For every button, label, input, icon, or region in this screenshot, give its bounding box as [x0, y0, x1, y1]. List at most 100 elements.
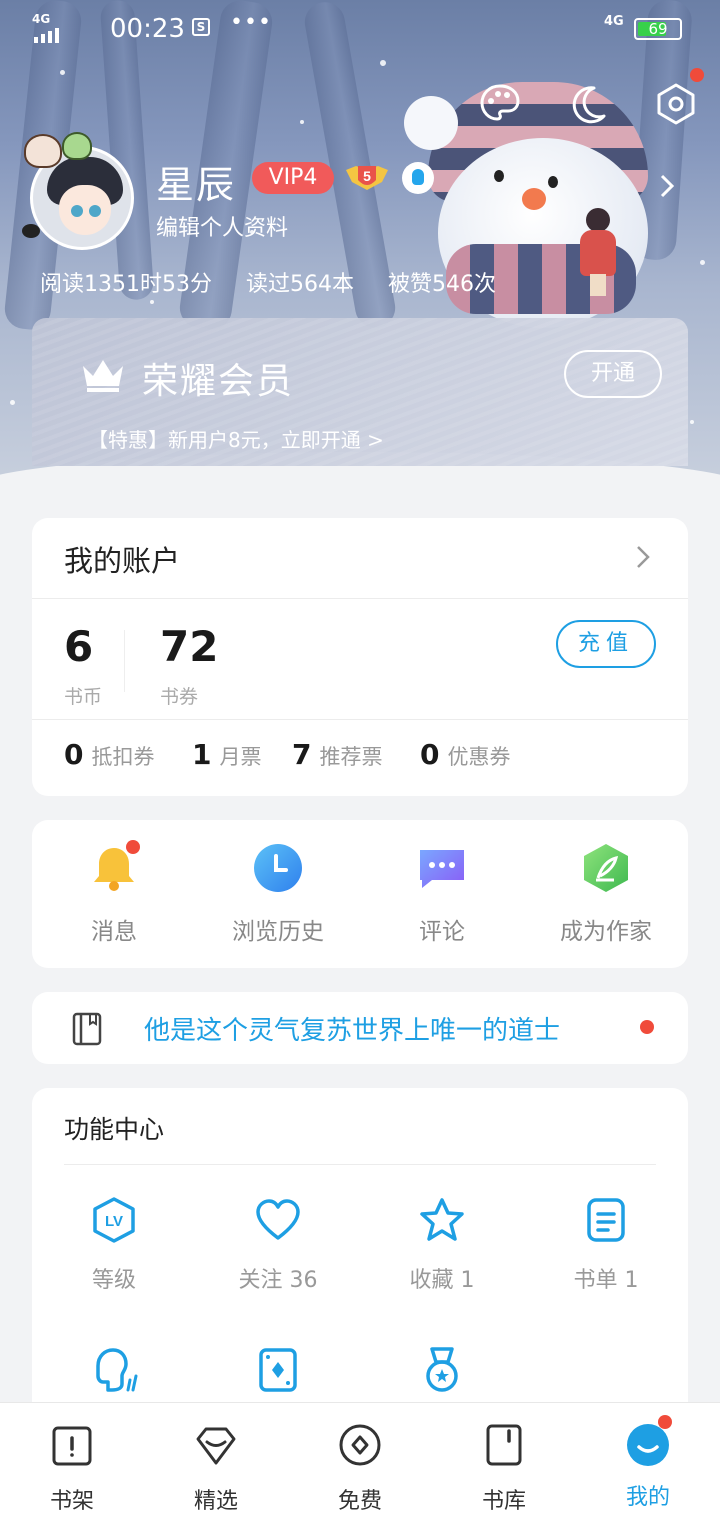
- books-read-stat: 读过564本: [245, 272, 354, 297]
- snowman-eye: [494, 170, 504, 182]
- become-author-button[interactable]: 成为作家: [524, 842, 688, 946]
- coins-value[interactable]: 6: [64, 622, 93, 671]
- account-title[interactable]: 我的账户: [64, 538, 180, 580]
- booklist-button[interactable]: 书单 1: [524, 1196, 688, 1294]
- palette-icon[interactable]: [478, 82, 522, 126]
- divider: [124, 630, 125, 692]
- favorites-button[interactable]: 收藏 1: [360, 1196, 524, 1294]
- app-notification-icon: S: [192, 18, 210, 36]
- tab-featured-label: 精选: [193, 1489, 238, 1514]
- card-icon: [259, 1348, 297, 1392]
- girl-figure-illustration: [578, 208, 618, 298]
- monthly-ticket-label: 月票: [219, 745, 262, 769]
- comments-button[interactable]: 评论: [360, 842, 524, 946]
- medal-button[interactable]: [360, 1346, 524, 1398]
- recommend-ticket[interactable]: 7 推荐票: [292, 738, 382, 771]
- heart-icon: [256, 1199, 300, 1240]
- monthly-ticket[interactable]: 1 月票: [192, 738, 261, 771]
- recent-book-banner[interactable]: 他是这个灵气复苏世界上唯一的道士: [32, 992, 688, 1064]
- messages-label: 消息: [91, 919, 137, 945]
- user-name[interactable]: 星辰: [156, 154, 236, 209]
- divider: [32, 719, 688, 720]
- divider: [64, 1164, 656, 1165]
- vip-level-badge[interactable]: VIP4: [252, 162, 334, 194]
- coupon-count: 0: [420, 738, 440, 771]
- messages-button[interactable]: 消息: [32, 840, 196, 946]
- coin-icon: [339, 1424, 381, 1466]
- level-label: 等级: [91, 1268, 136, 1293]
- night-mode-icon[interactable]: [566, 82, 610, 126]
- coupon-label: 优惠券: [447, 745, 511, 769]
- booklist-icon: [587, 1198, 625, 1242]
- clock-icon: [254, 844, 302, 892]
- coupon-ticket[interactable]: 0 优惠券: [420, 738, 510, 771]
- quick-actions-card: 消息 浏览历史 评论 成为作家: [32, 820, 688, 968]
- snowman-hat-pompom: [404, 96, 458, 150]
- following-button[interactable]: 关注 36: [196, 1196, 360, 1294]
- history-button[interactable]: 浏览历史: [196, 842, 360, 946]
- profile-notification-dot: [658, 1415, 672, 1429]
- function-center-title: 功能中心: [64, 1115, 165, 1144]
- recent-book-notification-dot: [640, 1020, 654, 1034]
- comments-label: 评论: [419, 919, 465, 945]
- recharge-button[interactable]: 充值: [556, 620, 656, 668]
- monthly-ticket-count: 1: [192, 738, 212, 771]
- level-button[interactable]: LV 等级: [32, 1196, 196, 1294]
- divider: [32, 598, 688, 599]
- recommend-ticket-count: 7: [292, 738, 312, 771]
- following-label: 关注 36: [238, 1268, 318, 1293]
- booklist-label: 书单 1: [573, 1268, 639, 1293]
- level-shield-badge[interactable]: 5: [344, 160, 390, 196]
- vouchers-value[interactable]: 72: [160, 622, 218, 671]
- open-vip-button[interactable]: 开通: [564, 350, 662, 398]
- settings-icon[interactable]: [654, 82, 698, 126]
- network-type-secondary: 4G: [604, 14, 624, 29]
- tab-library[interactable]: 书库: [432, 1421, 576, 1515]
- deduction-ticket[interactable]: 0 抵扣券: [64, 738, 154, 771]
- tab-profile-label: 我的: [625, 1485, 670, 1510]
- clock-time: 00:23: [110, 14, 185, 44]
- level-number: 5: [363, 168, 371, 184]
- svg-text:LV: LV: [105, 1213, 123, 1230]
- library-icon: [486, 1424, 522, 1466]
- recent-book-title[interactable]: 他是这个灵气复苏世界上唯一的道士: [144, 1010, 560, 1047]
- tab-profile[interactable]: 我的: [576, 1415, 720, 1511]
- skull-avatar-frame-icon: [62, 132, 92, 160]
- book-icon: [72, 1012, 102, 1046]
- reading-stats: 阅读1351时53分 读过564本 被赞546次: [40, 266, 530, 298]
- level-icon: LV: [93, 1197, 135, 1243]
- vip-membership-card[interactable]: 荣耀会员 开通 【特惠】新用户8元，立即开通 >: [32, 318, 688, 466]
- chevron-right-icon[interactable]: [656, 172, 680, 200]
- more-notifications-icon: •••: [230, 10, 272, 35]
- settings-notification-dot: [690, 68, 704, 82]
- qq-icon: [402, 162, 434, 194]
- edit-profile-link[interactable]: 编辑个人资料: [156, 210, 288, 242]
- voice-button[interactable]: [32, 1346, 196, 1398]
- spider-decoration-icon: [22, 224, 40, 238]
- network-type: 4G: [32, 12, 51, 26]
- vouchers-label: 书券: [160, 686, 199, 708]
- likes-stat: 被赞546次: [387, 272, 496, 297]
- voice-icon: [96, 1348, 138, 1392]
- reading-time-stat: 阅读1351时53分: [40, 272, 212, 297]
- card-button[interactable]: [196, 1346, 360, 1398]
- skull-avatar-frame-icon: [24, 134, 62, 168]
- tab-library-label: 书库: [481, 1489, 526, 1514]
- messages-notification-dot: [126, 840, 140, 854]
- bookshelf-icon: [52, 1426, 92, 1466]
- battery-icon: 69: [634, 18, 682, 40]
- tab-bookshelf[interactable]: 书架: [0, 1421, 144, 1515]
- crown-icon: [83, 360, 123, 392]
- chevron-right-icon[interactable]: [634, 544, 652, 570]
- recommend-ticket-label: 推荐票: [319, 745, 383, 769]
- signal-icon: [34, 28, 59, 43]
- vip-promo-link[interactable]: 【特惠】新用户8元，立即开通 >: [88, 424, 384, 453]
- tab-free[interactable]: 免费: [288, 1421, 432, 1515]
- diamond-icon: [196, 1427, 236, 1465]
- comment-icon: [420, 850, 464, 888]
- pen-leaf-icon: [584, 844, 628, 892]
- tab-featured[interactable]: 精选: [144, 1421, 288, 1515]
- coins-label: 书币: [64, 686, 103, 708]
- battery-level: 69: [648, 20, 668, 38]
- history-label: 浏览历史: [232, 919, 324, 945]
